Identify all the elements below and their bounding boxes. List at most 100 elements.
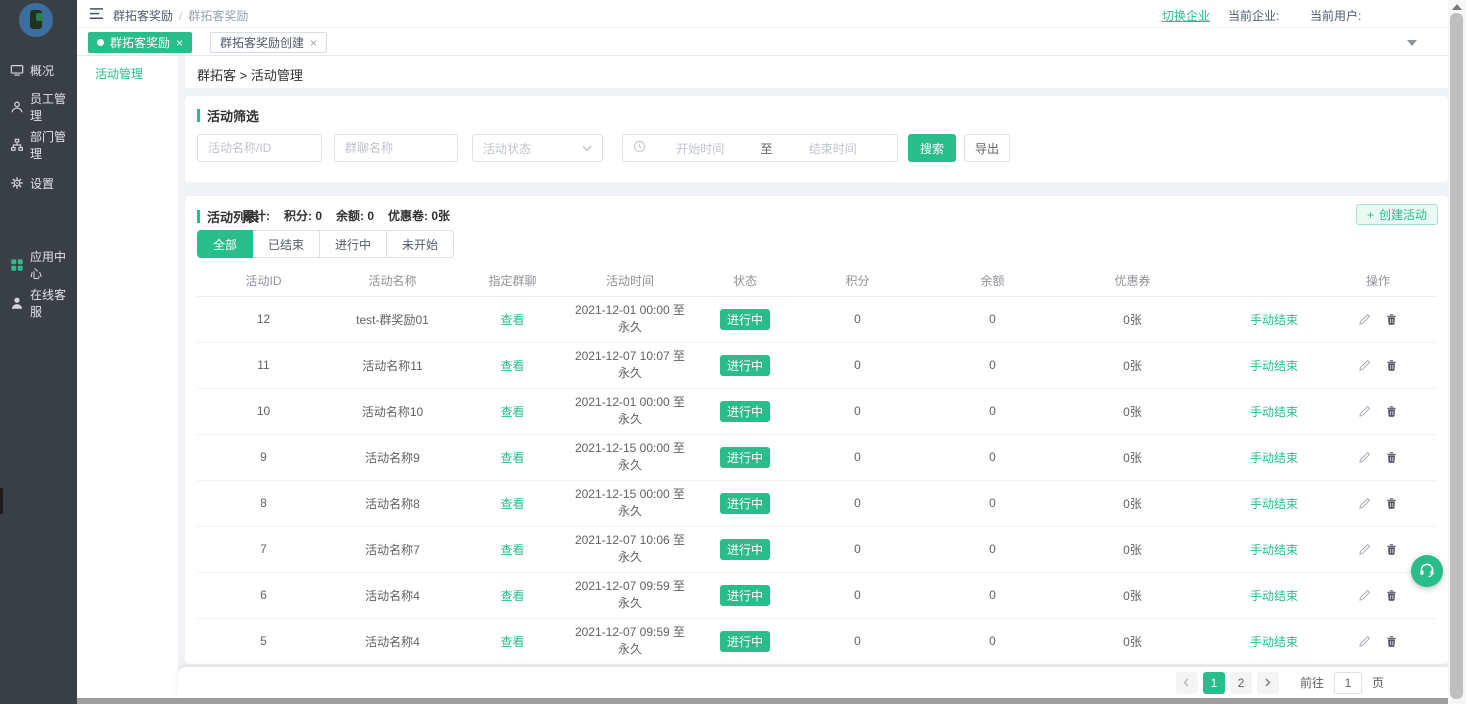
delete-icon[interactable]	[1385, 451, 1398, 464]
close-icon[interactable]: ×	[310, 37, 317, 49]
apps-grid-icon	[10, 258, 24, 272]
next-page-button[interactable]	[1257, 672, 1279, 694]
delete-icon[interactable]	[1385, 313, 1398, 326]
hamburger-icon[interactable]	[89, 7, 104, 21]
status-badge: 进行中	[720, 355, 770, 376]
manual-end-link[interactable]: 手动结束	[1250, 449, 1298, 466]
support-float-button[interactable]	[1411, 555, 1443, 587]
cell-activity-id: 11	[197, 342, 330, 388]
delete-icon[interactable]	[1385, 359, 1398, 372]
cell-coupons: 0张	[1070, 342, 1195, 388]
scrollbar-thumb[interactable]	[1450, 13, 1463, 699]
sidebar-item-department[interactable]: 部门管理	[0, 130, 77, 160]
edit-icon[interactable]	[1358, 589, 1371, 602]
manual-end-link[interactable]: 手动结束	[1250, 541, 1298, 558]
col-points: 积分	[800, 266, 915, 296]
delete-icon[interactable]	[1385, 589, 1398, 602]
group-name-input[interactable]	[334, 134, 458, 162]
cell-balance: 0	[915, 526, 1070, 572]
cell-activity-time: 2021-12-07 10:07 至 永久	[570, 342, 690, 388]
activity-table-body: 12 test-群奖励01 查看 2021-12-01 00:00 至 永久 进…	[197, 296, 1436, 664]
view-group-link[interactable]: 查看	[500, 313, 524, 327]
date-range-picker[interactable]: 开始时间 至 结束时间	[622, 134, 898, 162]
view-group-link[interactable]: 查看	[500, 451, 524, 465]
switch-company-link[interactable]: 切换企业	[1162, 7, 1210, 24]
export-button[interactable]: 导出	[964, 134, 1010, 162]
activity-status-select[interactable]: 活动状态	[472, 134, 603, 162]
delete-icon[interactable]	[1385, 497, 1398, 510]
table-row: 8 活动名称8 查看 2021-12-15 00:00 至 永久 进行中 0 0…	[197, 480, 1436, 526]
manual-end-link[interactable]: 手动结束	[1250, 633, 1298, 650]
create-activity-button[interactable]: + 创建活动	[1356, 204, 1438, 225]
view-group-link[interactable]: 查看	[500, 359, 524, 373]
tab-group-reward-create[interactable]: 群拓客奖励创建 ×	[210, 32, 327, 53]
edit-icon[interactable]	[1358, 497, 1371, 510]
edge-handle	[0, 488, 3, 514]
delete-icon[interactable]	[1385, 543, 1398, 556]
scroll-up-arrow-icon[interactable]	[1452, 4, 1462, 10]
edit-icon[interactable]	[1358, 313, 1371, 326]
activity-name-input[interactable]	[197, 134, 322, 162]
time-start: 2021-12-01 00:00 至	[570, 394, 690, 411]
headset-icon	[1418, 561, 1436, 582]
tab-in-progress[interactable]: 进行中	[320, 230, 387, 258]
cell-activity-name: test-群奖励01	[330, 296, 455, 342]
tabs-dropdown-caret-icon[interactable]	[1407, 40, 1417, 46]
view-group-link[interactable]: 查看	[500, 405, 524, 419]
view-group-link[interactable]: 查看	[500, 497, 524, 511]
range-separator: 至	[755, 140, 779, 157]
sidebar-item-staff[interactable]: 员工管理	[0, 92, 77, 122]
sidebar-item-overview[interactable]: 概况	[0, 55, 77, 85]
manual-end-link[interactable]: 手动结束	[1250, 403, 1298, 420]
create-activity-label: 创建活动	[1379, 206, 1427, 223]
goto-page-input[interactable]	[1334, 672, 1362, 694]
edit-icon[interactable]	[1358, 359, 1371, 372]
chevron-down-icon	[582, 141, 592, 155]
horizontal-scrollbar-strip[interactable]	[77, 698, 1448, 704]
sidebar-item-label: 部门管理	[30, 128, 77, 162]
manual-end-link[interactable]: 手动结束	[1250, 587, 1298, 604]
delete-icon[interactable]	[1385, 635, 1398, 648]
col-coupons: 优惠券	[1070, 266, 1195, 296]
active-dot-icon	[97, 39, 104, 46]
sidebar-item-online-support[interactable]: 在线客服	[0, 288, 77, 318]
delete-icon[interactable]	[1385, 405, 1398, 418]
prev-page-button[interactable]	[1176, 672, 1198, 694]
manual-end-link[interactable]: 手动结束	[1250, 357, 1298, 374]
tab-ended[interactable]: 已结束	[253, 230, 320, 258]
tab-not-started[interactable]: 未开始	[387, 230, 454, 258]
edit-icon[interactable]	[1358, 543, 1371, 556]
page-button-1[interactable]: 1	[1203, 672, 1225, 694]
manual-end-link[interactable]: 手动结束	[1250, 311, 1298, 328]
cell-coupons: 0张	[1070, 572, 1195, 618]
view-group-link[interactable]: 查看	[500, 589, 524, 603]
view-group-link[interactable]: 查看	[500, 635, 524, 649]
edit-icon[interactable]	[1358, 451, 1371, 464]
time-start: 2021-12-01 00:00 至	[570, 302, 690, 319]
cell-balance: 0	[915, 388, 1070, 434]
sidebar-item-settings[interactable]: 设置	[0, 168, 77, 198]
edit-icon[interactable]	[1358, 635, 1371, 648]
breadcrumb-root[interactable]: 群拓客奖励	[113, 9, 173, 23]
cell-coupons: 0张	[1070, 296, 1195, 342]
close-icon[interactable]: ×	[176, 37, 183, 49]
cell-activity-name: 活动名称9	[330, 434, 455, 480]
tab-group-reward[interactable]: 群拓客奖励 ×	[88, 32, 192, 53]
manual-end-link[interactable]: 手动结束	[1250, 495, 1298, 512]
submenu-item-activity-management[interactable]: 活动管理	[95, 65, 143, 82]
sidebar-item-app-center[interactable]: 应用中心	[0, 250, 77, 280]
end-time-placeholder: 结束时间	[779, 140, 888, 157]
app-logo[interactable]	[19, 3, 53, 37]
tab-all[interactable]: 全部	[197, 230, 253, 258]
cell-actions: 手动结束	[1195, 342, 1436, 388]
filter-section-header: 活动筛选	[197, 106, 259, 125]
time-end: 永久	[570, 319, 690, 336]
search-button[interactable]: 搜索	[908, 134, 956, 162]
edit-icon[interactable]	[1358, 405, 1371, 418]
cell-points: 0	[800, 618, 915, 664]
page-button-2[interactable]: 2	[1230, 672, 1252, 694]
view-group-link[interactable]: 查看	[500, 543, 524, 557]
cell-actions: 手动结束	[1195, 480, 1436, 526]
time-end: 永久	[570, 365, 690, 382]
table-row: 9 活动名称9 查看 2021-12-15 00:00 至 永久 进行中 0 0…	[197, 434, 1436, 480]
